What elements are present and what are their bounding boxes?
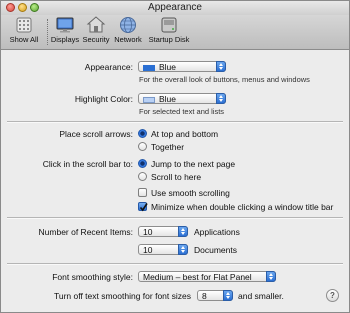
toolbar-label: Show All [9,35,39,44]
checkbox-label[interactable]: Use smooth scrolling [151,188,230,198]
radio-at-top-and-bottom[interactable] [138,129,147,138]
radio-scroll-to-here[interactable] [138,172,147,181]
radio-label[interactable]: Jump to the next page [151,159,235,169]
radio-jump-to-next-page[interactable] [138,159,147,168]
section-divider [7,263,343,265]
checkmark-icon [139,203,148,212]
recent-documents-value: 10 [143,245,153,255]
appearance-popup[interactable]: Blue [138,61,226,72]
recent-applications-value: 10 [143,227,153,237]
toolbar-label: Startup Disk [148,35,190,44]
radio-together[interactable] [138,142,147,151]
text-smoothing-size-popup[interactable]: 8 [197,290,233,301]
toolbar: Show All Displays Security Network Start… [1,15,349,50]
house-icon [86,16,106,33]
radio-label[interactable]: At top and bottom [151,129,218,139]
recent-items-label: Number of Recent Items: [38,227,133,237]
highlight-swatch [143,96,155,103]
recent-documents-popup[interactable]: 10 [138,244,188,255]
popup-arrows-icon [178,244,188,255]
title-bar[interactable]: Appearance [1,1,349,15]
appearance-swatch [143,64,155,71]
highlight-help: For selected text and lists [139,107,225,116]
toolbar-label: Network [114,35,142,44]
toolbar-security[interactable]: Security [81,16,111,44]
checkbox-label[interactable]: Minimize when double clicking a window t… [151,202,333,212]
recent-documents-label: Documents [194,245,237,255]
recent-applications-popup[interactable]: 10 [138,226,188,237]
toolbar-network[interactable]: Network [112,16,144,44]
toolbar-label: Security [82,35,110,44]
highlight-value: Blue [159,94,177,104]
popup-arrows-icon [266,271,276,282]
toolbar-startup-disk[interactable]: Startup Disk [146,16,192,44]
grid-icon [16,17,32,33]
radio-label[interactable]: Together [151,142,184,152]
highlight-color-label: Highlight Color: [74,94,133,104]
section-divider [7,121,343,123]
popup-arrows-icon [216,61,226,72]
text-smoothing-size-value: 8 [202,291,207,301]
highlight-color-popup[interactable]: Blue [138,93,226,104]
font-smoothing-label: Font smoothing style: [52,272,133,282]
disk-icon [161,17,177,33]
appearance-label: Appearance: [84,62,133,72]
popup-arrows-icon [216,93,226,104]
appearance-help: For the overall look of buttons, menus a… [139,75,310,84]
scroll-arrows-label: Place scroll arrows: [59,129,133,139]
appearance-value: Blue [159,62,177,72]
window-title: Appearance [148,2,202,13]
popup-arrows-icon [178,226,188,237]
text-smoothing-label: Turn off text smoothing for font sizes [53,291,191,301]
toolbar-separator [47,19,48,45]
appearance-window: Appearance Show All Displays Security Ne… [0,0,350,313]
recent-applications-label: Applications [194,227,240,237]
text-smoothing-suffix: and smaller. [238,291,284,301]
toolbar-label: Displays [50,35,80,44]
help-button[interactable]: ? [326,289,339,302]
font-smoothing-popup[interactable]: Medium – best for Flat Panel [138,271,276,282]
toolbar-displays[interactable]: Displays [49,16,81,44]
section-divider [7,217,343,219]
minimize-double-click-checkbox[interactable] [138,202,148,212]
popup-arrows-icon [223,290,233,301]
radio-label[interactable]: Scroll to here [151,172,201,182]
font-smoothing-value: Medium – best for Flat Panel [143,272,252,282]
globe-icon [120,17,136,33]
scroll-bar-click-label: Click in the scroll bar to: [42,159,133,169]
smooth-scrolling-checkbox[interactable] [138,188,147,197]
toolbar-show-all[interactable]: Show All [5,16,43,44]
display-icon [56,17,74,33]
